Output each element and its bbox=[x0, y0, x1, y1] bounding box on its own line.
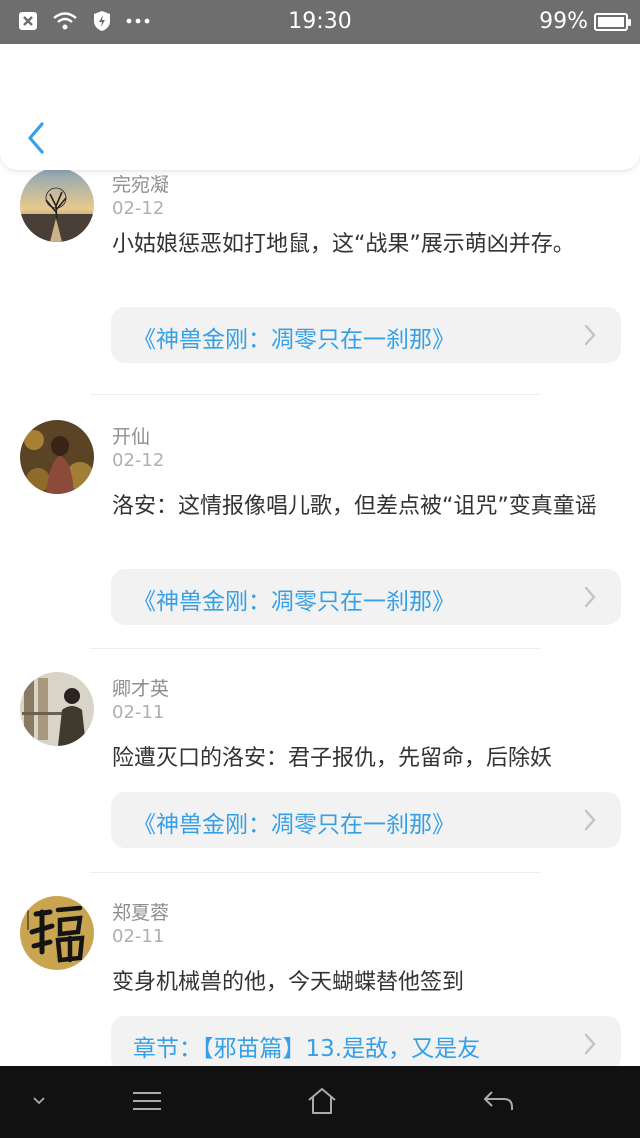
avatar[interactable] bbox=[20, 420, 94, 494]
battery-icon bbox=[594, 12, 631, 31]
user-name[interactable]: 开仙 bbox=[112, 422, 150, 449]
battery-level-fill bbox=[598, 16, 624, 27]
comment-text[interactable]: 洛安：这情报像唱儿歌，但差点被“诅咒”变真童谣 bbox=[112, 492, 624, 522]
user-name[interactable]: 郑夏蓉 bbox=[112, 898, 169, 925]
chapter-link-label: 《神兽金刚：凋零只在一刹那》 bbox=[133, 327, 455, 353]
chevron-right-icon bbox=[584, 809, 596, 831]
chapter-link[interactable]: 章节：【邪苗篇】13.是敌，又是友 bbox=[111, 1016, 621, 1066]
system-nav-bar bbox=[0, 1066, 640, 1138]
post-date: 02-11 bbox=[112, 702, 165, 723]
avatar[interactable] bbox=[20, 672, 94, 746]
chevron-down-icon[interactable] bbox=[32, 1096, 46, 1106]
comment-feed[interactable]: 完宛凝 02-12 小姑娘惩恶如打地鼠，这“战果”展示萌凶并存。 《神兽金刚：凋… bbox=[0, 170, 640, 1066]
menu-icon[interactable] bbox=[132, 1090, 162, 1112]
chevron-right-icon bbox=[584, 1033, 596, 1055]
divider bbox=[90, 394, 540, 395]
user-name[interactable]: 完宛凝 bbox=[112, 170, 169, 197]
comment-text[interactable]: 险遭灭口的洛安：君子报仇，先留命，后除妖 bbox=[112, 744, 624, 774]
battery-percent: 99% bbox=[539, 9, 588, 34]
back-arrow-icon[interactable] bbox=[482, 1088, 514, 1114]
chapter-link[interactable]: 《神兽金刚：凋零只在一刹那》 bbox=[111, 307, 621, 363]
back-button[interactable] bbox=[22, 118, 52, 158]
post-date: 02-11 bbox=[112, 926, 165, 947]
user-name[interactable]: 卿才英 bbox=[112, 674, 169, 701]
comment-text[interactable]: 变身机械兽的他，今天蝴蝶替他签到 bbox=[112, 968, 624, 998]
chapter-link[interactable]: 《神兽金刚：凋零只在一刹那》 bbox=[111, 569, 621, 625]
chapter-link-label: 《神兽金刚：凋零只在一刹那》 bbox=[133, 812, 455, 838]
comment-text[interactable]: 小姑娘惩恶如打地鼠，这“战果”展示萌凶并存。 bbox=[112, 230, 624, 260]
avatar[interactable] bbox=[20, 170, 94, 242]
chapter-link[interactable]: 《神兽金刚：凋零只在一刹那》 bbox=[111, 792, 621, 848]
battery-status: 99% bbox=[539, 9, 631, 34]
avatar[interactable] bbox=[20, 896, 94, 970]
chapter-link-label: 《神兽金刚：凋零只在一刹那》 bbox=[133, 589, 455, 615]
status-bar: 19:30 99% bbox=[0, 0, 640, 44]
home-icon[interactable] bbox=[306, 1086, 338, 1116]
post-date: 02-12 bbox=[112, 198, 165, 219]
chevron-left-icon bbox=[28, 122, 44, 154]
divider bbox=[90, 648, 540, 649]
chevron-right-icon bbox=[584, 324, 596, 346]
divider bbox=[90, 872, 540, 873]
post-date: 02-12 bbox=[112, 450, 165, 471]
chapter-link-label: 章节：【邪苗篇】13.是敌，又是友 bbox=[133, 1036, 481, 1062]
chevron-right-icon bbox=[584, 586, 596, 608]
top-bar bbox=[0, 44, 640, 170]
